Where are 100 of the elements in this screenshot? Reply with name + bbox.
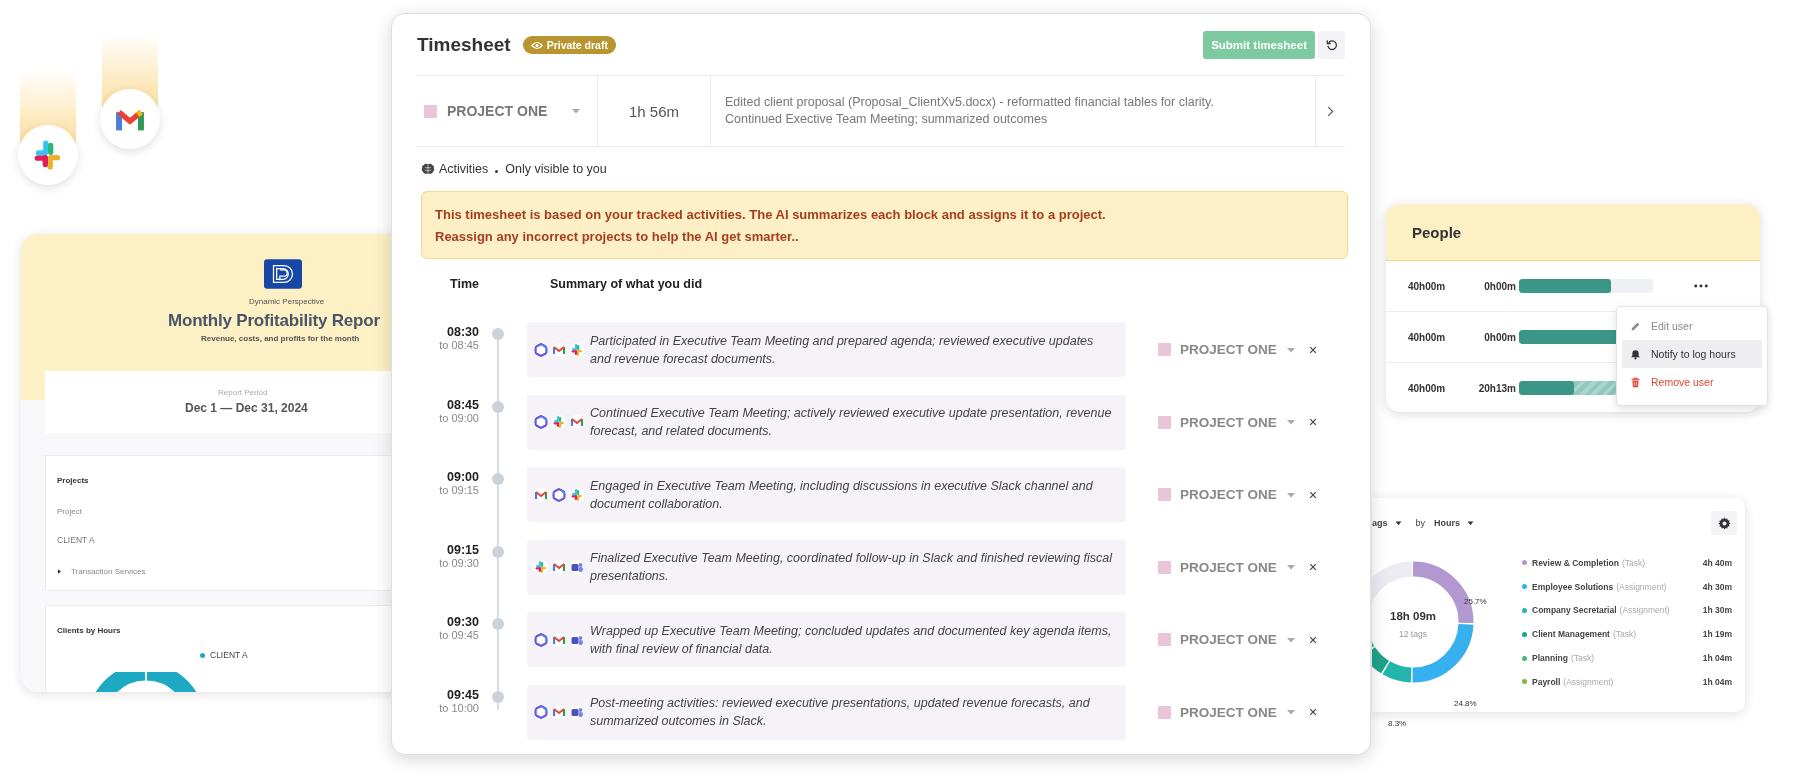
notice-text: Reassign any incorrect projects to help the AI get smarter.. <box>435 228 800 246</box>
menu-item[interactable]: Remove user <box>1622 368 1762 396</box>
legend-value: 1h 04m <box>1702 676 1732 687</box>
project-item: Transaction Services <box>71 567 146 576</box>
refresh-button[interactable] <box>1318 31 1345 59</box>
legend-type: (Assignment) <box>1616 581 1667 592</box>
caret-icon <box>1285 491 1296 498</box>
project-select[interactable]: PROJECT ONE <box>1158 612 1296 667</box>
mail-icon <box>552 705 566 719</box>
trash-icon <box>1630 376 1641 388</box>
project-select[interactable]: PROJECT ONE <box>1158 467 1296 522</box>
percent-label: 24.8% <box>1454 699 1477 708</box>
activity-summary: Engaged in Executive Team Meeting, including discussions in executive Slack channel and document collaboration. <box>590 477 1094 513</box>
legend-type: (Assignment) <box>1563 676 1614 687</box>
bell-icon <box>1630 348 1641 360</box>
chat-icon <box>570 632 584 647</box>
logged-hours: 0h00m <box>1483 331 1516 343</box>
project-select[interactable]: PROJECT ONE <box>1158 684 1296 740</box>
logged-hours: 0h00m <box>1483 280 1516 292</box>
settings-icon <box>1717 516 1731 530</box>
project-swatch <box>1158 415 1171 429</box>
group-by-dropdown[interactable]: ags <box>1372 518 1402 528</box>
end-time: to 10:00 <box>438 701 479 714</box>
project-swatch <box>1158 343 1171 356</box>
planned-hours: 40h00m <box>1408 331 1447 343</box>
panel-title: Projects <box>57 476 90 485</box>
organization-name: Dynamic Perspective <box>249 297 325 306</box>
submit-button[interactable]: Submit timesheet <box>1203 31 1315 59</box>
legend-label: Client Management <box>1532 629 1610 640</box>
column-header: Summary of what you did <box>550 277 703 291</box>
notice-text: This timesheet is based on your tracked activities. The AI summarizes each block and assigns it to a project. <box>435 206 1107 224</box>
menu-item[interactable]: Notify to log hours <box>1622 340 1762 368</box>
chat-icon <box>570 560 584 574</box>
caret-icon <box>1285 636 1296 643</box>
close-icon <box>1308 708 1317 716</box>
mail-icon <box>552 342 566 357</box>
hexagon-icon <box>534 342 548 357</box>
hexagon-icon <box>552 487 566 502</box>
activity-summary: Post-meeting activities: reviewed executive presentations, updated revenue forecasts, and summarized outcomes in Slack. <box>590 695 1091 730</box>
eye-icon <box>530 40 543 50</box>
client-name: CLIENT A <box>57 535 96 545</box>
project-select[interactable]: PROJECT ONE <box>1158 539 1296 595</box>
start-time: 09:15 <box>446 542 479 557</box>
legend-value: 1h 19m <box>1702 629 1732 640</box>
total-hours: 18h 09m <box>1389 610 1437 622</box>
legend-label: Review & Completion <box>1532 557 1619 568</box>
tag-count: 12 tags <box>1398 629 1428 639</box>
project-select[interactable]: PROJECT ONE <box>1158 394 1296 450</box>
column-header: Time <box>449 277 479 291</box>
timeline-dot <box>492 690 504 703</box>
panel-title: Clients by Hours <box>57 626 122 635</box>
section-label: Activities <box>439 162 489 176</box>
legend-label: Company Secretarial <box>1532 605 1617 616</box>
project-swatch <box>1158 633 1171 646</box>
expand-icon[interactable] <box>58 569 61 574</box>
percent-label: 8.3% <box>1388 719 1407 728</box>
legend-label: Employee Solutions <box>1532 581 1614 592</box>
legend-label: Planning <box>1532 653 1568 664</box>
by-label: by <box>1415 518 1426 528</box>
settings-button[interactable] <box>1711 511 1737 535</box>
planned-hours: 40h00m <box>1408 382 1447 394</box>
caret-icon <box>1394 520 1402 526</box>
legend-value: 4h 30m <box>1702 581 1732 592</box>
legend-label: CLIENT A <box>210 650 248 660</box>
legend-value: 1h 30m <box>1702 605 1732 616</box>
legend-label: Payroll <box>1532 676 1561 687</box>
pencil-icon <box>1630 320 1641 332</box>
activity-summary: Wrapped up Executive Team Meeting; concluded updates and documented key agenda items, with final review of financial data. <box>590 622 1113 658</box>
chat-icon <box>570 705 584 719</box>
status-badge: Private draft <box>522 36 616 54</box>
close-icon <box>1308 418 1317 426</box>
period-value: Dec 1 — Dec 31, 2024 <box>185 401 309 415</box>
timeline-dot <box>492 473 504 485</box>
project-select[interactable]: PROJECT ONE <box>417 76 598 146</box>
menu-item[interactable]: Edit user <box>1622 312 1762 340</box>
end-time: to 09:30 <box>438 556 479 569</box>
legend-type: (Assignment) <box>1619 605 1670 616</box>
hexagon-icon <box>534 415 548 429</box>
percent-label: 25.7% <box>1464 597 1487 606</box>
pinwheel-icon <box>18 125 78 185</box>
logo-icon <box>264 259 302 289</box>
mail-icon <box>534 487 548 502</box>
end-time: to 09:45 <box>438 629 479 641</box>
caret-icon <box>1285 564 1296 570</box>
end-time: to 08:45 <box>438 339 479 351</box>
project-swatch <box>1158 560 1171 574</box>
legend-value: 4h 40m <box>1702 557 1732 568</box>
mail-icon <box>570 415 584 429</box>
end-time: to 09:15 <box>438 484 479 496</box>
legend-value: 1h 04m <box>1702 653 1732 664</box>
project-select[interactable]: PROJECT ONE <box>1158 322 1296 377</box>
close-icon <box>1308 635 1317 644</box>
legend-dot <box>200 652 205 658</box>
hexagon-icon <box>534 632 548 647</box>
window-title: Timesheet <box>417 34 511 56</box>
metric-dropdown[interactable]: Hours <box>1434 518 1475 528</box>
pinwheel-icon <box>534 560 548 574</box>
refresh-icon <box>1325 39 1338 51</box>
timeline-dot <box>492 545 504 558</box>
more-icon <box>1694 284 1708 288</box>
